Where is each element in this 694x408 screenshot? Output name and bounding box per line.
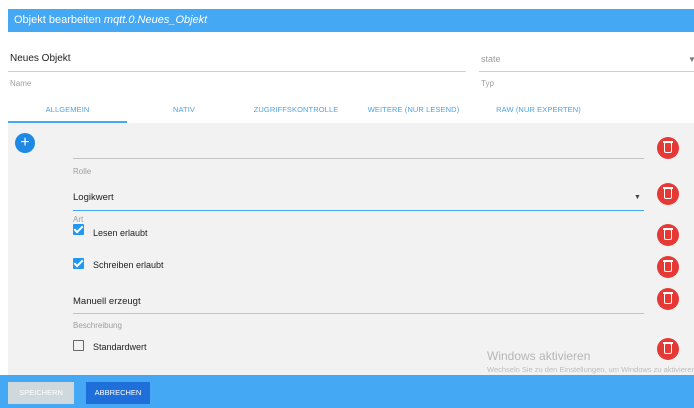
- chevron-down-icon[interactable]: ▼: [688, 55, 694, 64]
- form-content: [8, 123, 694, 375]
- tab-allgemein[interactable]: ALLGEMEIN: [8, 97, 127, 123]
- tab-weitere[interactable]: WEITERE (NUR LESEND): [351, 97, 476, 123]
- tab-bar: ALLGEMEIN NATIV ZUGRIFFSKONTROLLE WEITER…: [8, 97, 694, 123]
- type-select[interactable]: state: [481, 54, 501, 64]
- save-button[interactable]: SPEICHERN: [8, 382, 74, 404]
- tab-raw[interactable]: RAW (NUR EXPERTEN): [476, 97, 601, 123]
- write-checkbox[interactable]: [73, 258, 84, 269]
- type-label: Typ: [481, 79, 494, 88]
- kind-select[interactable]: Logikwert: [73, 192, 114, 203]
- trash-icon: [664, 229, 672, 240]
- dialog-title-object: mqtt.0.Neues_Objekt: [103, 14, 208, 26]
- add-button[interactable]: +: [15, 133, 35, 153]
- description-underline: [73, 313, 644, 314]
- delete-kind-button[interactable]: [657, 183, 679, 205]
- name-input[interactable]: Neues Objekt: [10, 53, 71, 64]
- delete-role-button[interactable]: [657, 137, 679, 159]
- trash-icon: [664, 343, 672, 354]
- dialog-title-prefix: Objekt bearbeiten: [14, 14, 101, 26]
- role-label: Rolle: [73, 167, 92, 176]
- windows-activation-title: Windows aktivieren: [487, 349, 591, 363]
- windows-activation-subtitle: Wechseln Sie zu den Einstellungen, um Wi…: [487, 365, 694, 374]
- chevron-down-icon[interactable]: ▼: [634, 194, 641, 201]
- description-label: Beschreibung: [73, 321, 122, 330]
- default-label: Standardwert: [93, 342, 147, 352]
- description-input[interactable]: Manuell erzeugt: [73, 296, 141, 307]
- trash-icon: [664, 261, 672, 272]
- delete-read-button[interactable]: [657, 224, 679, 246]
- trash-icon: [664, 142, 672, 153]
- trash-icon: [664, 188, 672, 199]
- default-checkbox[interactable]: [73, 340, 84, 351]
- write-label: Schreiben erlaubt: [93, 260, 164, 270]
- delete-description-button[interactable]: [657, 288, 679, 310]
- delete-default-button[interactable]: [657, 338, 679, 360]
- name-underline: [8, 71, 466, 72]
- tab-zugriffskontrolle[interactable]: ZUGRIFFSKONTROLLE: [241, 97, 351, 123]
- read-label: Lesen erlaubt: [93, 228, 148, 238]
- read-checkbox[interactable]: [73, 224, 84, 235]
- type-underline: [479, 71, 694, 72]
- role-input[interactable]: [73, 158, 644, 159]
- delete-write-button[interactable]: [657, 256, 679, 278]
- name-label: Name: [10, 79, 32, 88]
- kind-underline: [73, 210, 644, 211]
- trash-icon: [664, 293, 672, 304]
- dialog-title-bar: Objekt bearbeiten mqtt.0.Neues_Objekt: [8, 9, 694, 32]
- cancel-button[interactable]: ABBRECHEN: [86, 382, 150, 404]
- tab-nativ[interactable]: NATIV: [127, 97, 241, 123]
- kind-label: Art: [73, 215, 84, 224]
